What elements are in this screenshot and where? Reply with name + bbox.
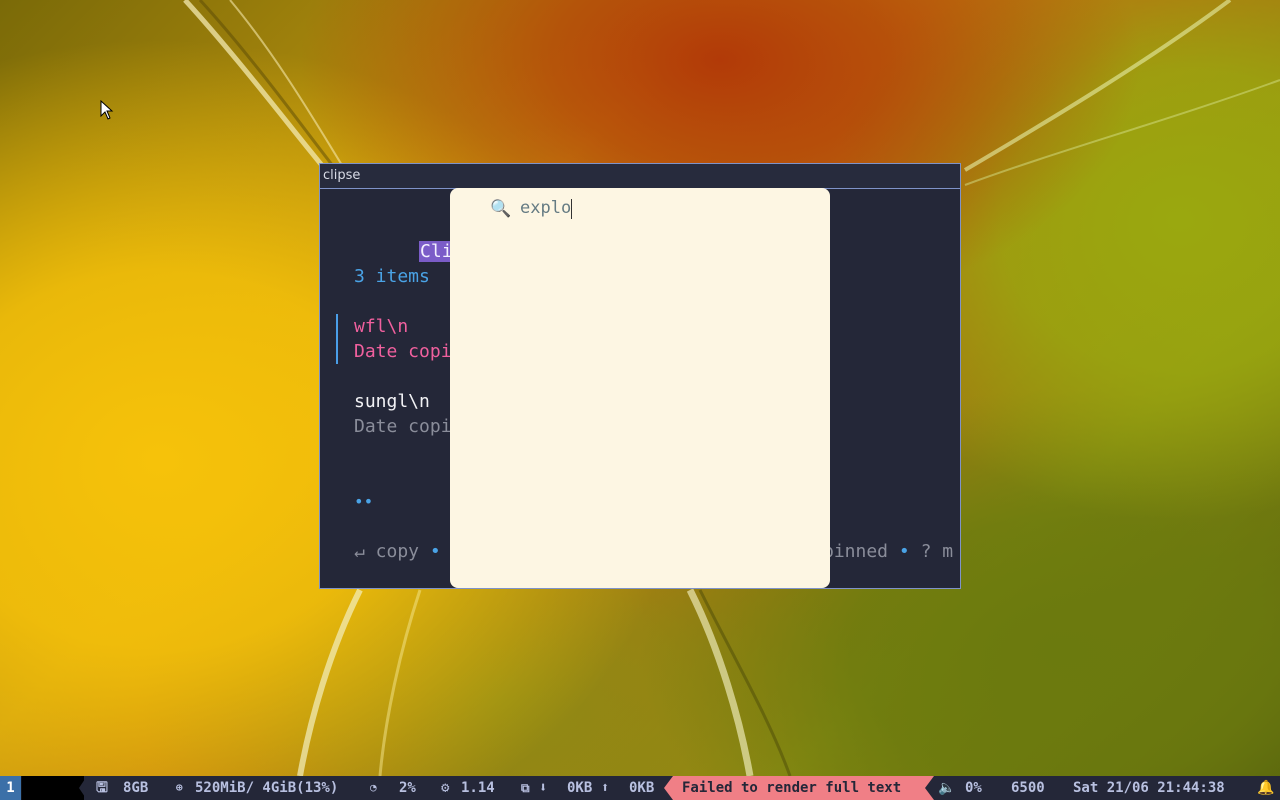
item-count: 3 items xyxy=(354,266,430,287)
datetime[interactable]: Sat 21/06 21:44:38 xyxy=(1073,776,1225,800)
notification-bell-icon[interactable]: 🔔 xyxy=(1257,776,1274,800)
workspace-button[interactable]: 1 xyxy=(0,776,22,800)
cpu-value: 2% xyxy=(399,780,416,796)
download-icon: ⬇ xyxy=(539,780,548,796)
volume-value[interactable]: 0% xyxy=(965,776,982,800)
status-spacer xyxy=(22,776,84,800)
list-item-title[interactable]: sungl\n xyxy=(354,389,430,414)
download-value: 0KB xyxy=(567,780,593,796)
upload-icon: ⬆ xyxy=(601,780,610,796)
volume-icon[interactable]: 🔈 xyxy=(938,776,955,800)
memory-value: 520MiB/ 4GiB(13%) xyxy=(195,780,339,796)
error-message: Failed to render full text xyxy=(664,776,934,800)
mouse-cursor-icon xyxy=(100,100,114,120)
search-input[interactable] xyxy=(520,197,800,219)
window-titlebar[interactable]: clipse xyxy=(320,164,960,189)
color-temp-value[interactable]: 6500 xyxy=(1011,776,1045,800)
disk-value: 8GB xyxy=(123,780,149,796)
status-bar: 1 🖫 8GB ⊕ 520MiB/ 4GiB(13%) ◔ 2% ⚙ 1.14 … xyxy=(0,776,1280,800)
search-popup[interactable]: 🔍 xyxy=(450,188,830,588)
network-icon: ⧉ xyxy=(521,781,530,795)
load-value: 1.14 xyxy=(461,780,495,796)
selection-indicator xyxy=(336,314,338,364)
help-copy: ↵ copy xyxy=(354,541,420,562)
list-item-selected-date[interactable]: Date copi xyxy=(354,339,452,364)
list-item-selected-title[interactable]: wfl\n xyxy=(354,314,408,339)
help-bar-right: pinned • ? m xyxy=(823,539,953,564)
powerline-arrow-icon xyxy=(79,776,87,800)
cpu-icon: ◔ xyxy=(370,781,377,794)
text-caret xyxy=(571,199,572,219)
help-separator-2: • xyxy=(898,541,910,562)
help-pinned: pinned xyxy=(823,541,889,562)
memory-icon: ⊕ xyxy=(176,781,183,794)
search-icon: 🔍 xyxy=(490,199,512,219)
help-more: ? m xyxy=(920,541,954,562)
help-bar-left: ↵ copy • xyxy=(354,539,441,564)
window-title: clipse xyxy=(323,168,361,183)
list-item-date[interactable]: Date copi xyxy=(354,414,452,439)
load-icon: ⚙ xyxy=(441,780,450,796)
help-separator: • xyxy=(429,541,441,562)
disk-icon: 🖫 xyxy=(96,780,108,796)
pagination-dots: •• xyxy=(354,492,374,511)
error-text: Failed to render full text xyxy=(682,780,902,796)
upload-value: 0KB xyxy=(629,780,655,796)
